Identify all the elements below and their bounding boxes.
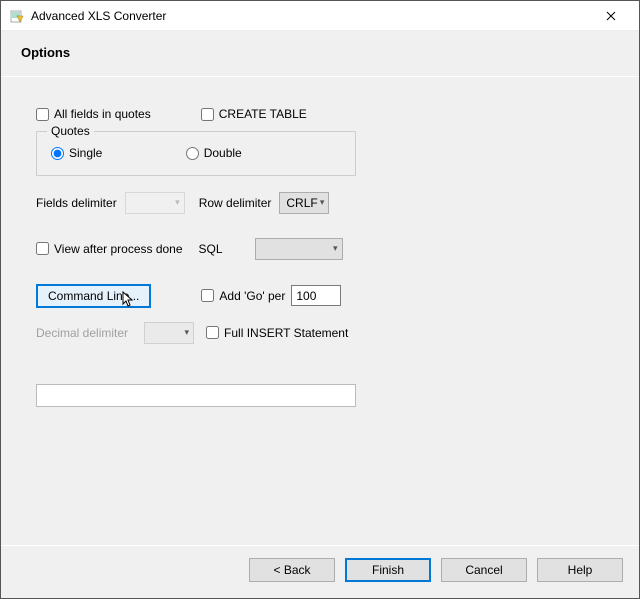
quotes-double-label: Double	[204, 146, 242, 160]
output-path-input[interactable]	[36, 384, 356, 407]
chevron-down-icon: ▾	[320, 197, 325, 208]
window-title: Advanced XLS Converter	[31, 9, 591, 23]
app-window: Advanced XLS Converter Options All field…	[0, 0, 640, 599]
quotes-double-input[interactable]	[186, 147, 199, 160]
sql-select[interactable]: ▾	[255, 238, 343, 260]
close-button[interactable]	[591, 8, 631, 24]
create-table-input[interactable]	[201, 108, 214, 121]
decimal-delimiter-label: Decimal delimiter	[36, 326, 128, 340]
create-table-label: CREATE TABLE	[219, 107, 307, 121]
add-go-input[interactable]	[201, 289, 214, 302]
wizard-header: Options	[1, 31, 639, 76]
view-after-label: View after process done	[54, 242, 183, 256]
quotes-single-input[interactable]	[51, 147, 64, 160]
row-delimiter-label: Row delimiter	[199, 196, 272, 210]
quotes-groupbox: Quotes Single Double	[36, 131, 356, 176]
finish-button[interactable]: Finish	[345, 558, 431, 582]
quotes-double-radio[interactable]: Double	[186, 146, 242, 160]
add-go-checkbox[interactable]: Add 'Go' per	[201, 289, 285, 303]
row-delimiter-select[interactable]: CRLF ▾	[279, 192, 329, 214]
full-insert-label: Full INSERT Statement	[224, 326, 348, 340]
quotes-single-radio[interactable]: Single	[51, 146, 102, 160]
create-table-checkbox[interactable]: CREATE TABLE	[201, 107, 307, 121]
all-fields-in-quotes-checkbox[interactable]: All fields in quotes	[36, 107, 151, 121]
fields-delimiter-label: Fields delimiter	[36, 196, 117, 210]
all-fields-in-quotes-label: All fields in quotes	[54, 107, 151, 121]
add-go-value-input[interactable]	[291, 285, 341, 306]
quotes-legend: Quotes	[47, 124, 94, 138]
help-button[interactable]: Help	[537, 558, 623, 582]
titlebar: Advanced XLS Converter	[1, 1, 639, 31]
sql-label: SQL	[199, 242, 223, 256]
chevron-down-icon: ▾	[185, 327, 190, 338]
chevron-down-icon: ▾	[175, 197, 180, 208]
back-button[interactable]: < Back	[249, 558, 335, 582]
add-go-label: Add 'Go' per	[219, 289, 285, 303]
row-delimiter-value: CRLF	[286, 196, 317, 210]
chevron-down-icon: ▾	[333, 243, 338, 254]
app-icon	[9, 8, 25, 24]
full-insert-checkbox[interactable]: Full INSERT Statement	[206, 326, 348, 340]
wizard-button-bar: < Back Finish Cancel Help	[1, 546, 639, 598]
page-title: Options	[21, 45, 619, 60]
full-insert-input[interactable]	[206, 326, 219, 339]
fields-delimiter-select[interactable]: ▾	[125, 192, 185, 214]
quotes-single-label: Single	[69, 146, 102, 160]
decimal-delimiter-select: ▾	[144, 322, 194, 344]
view-after-input[interactable]	[36, 242, 49, 255]
cancel-button[interactable]: Cancel	[441, 558, 527, 582]
view-after-checkbox[interactable]: View after process done	[36, 242, 183, 256]
command-line-button[interactable]: Command Line...	[36, 284, 151, 308]
options-panel: All fields in quotes CREATE TABLE Quotes…	[1, 77, 639, 545]
all-fields-in-quotes-input[interactable]	[36, 108, 49, 121]
